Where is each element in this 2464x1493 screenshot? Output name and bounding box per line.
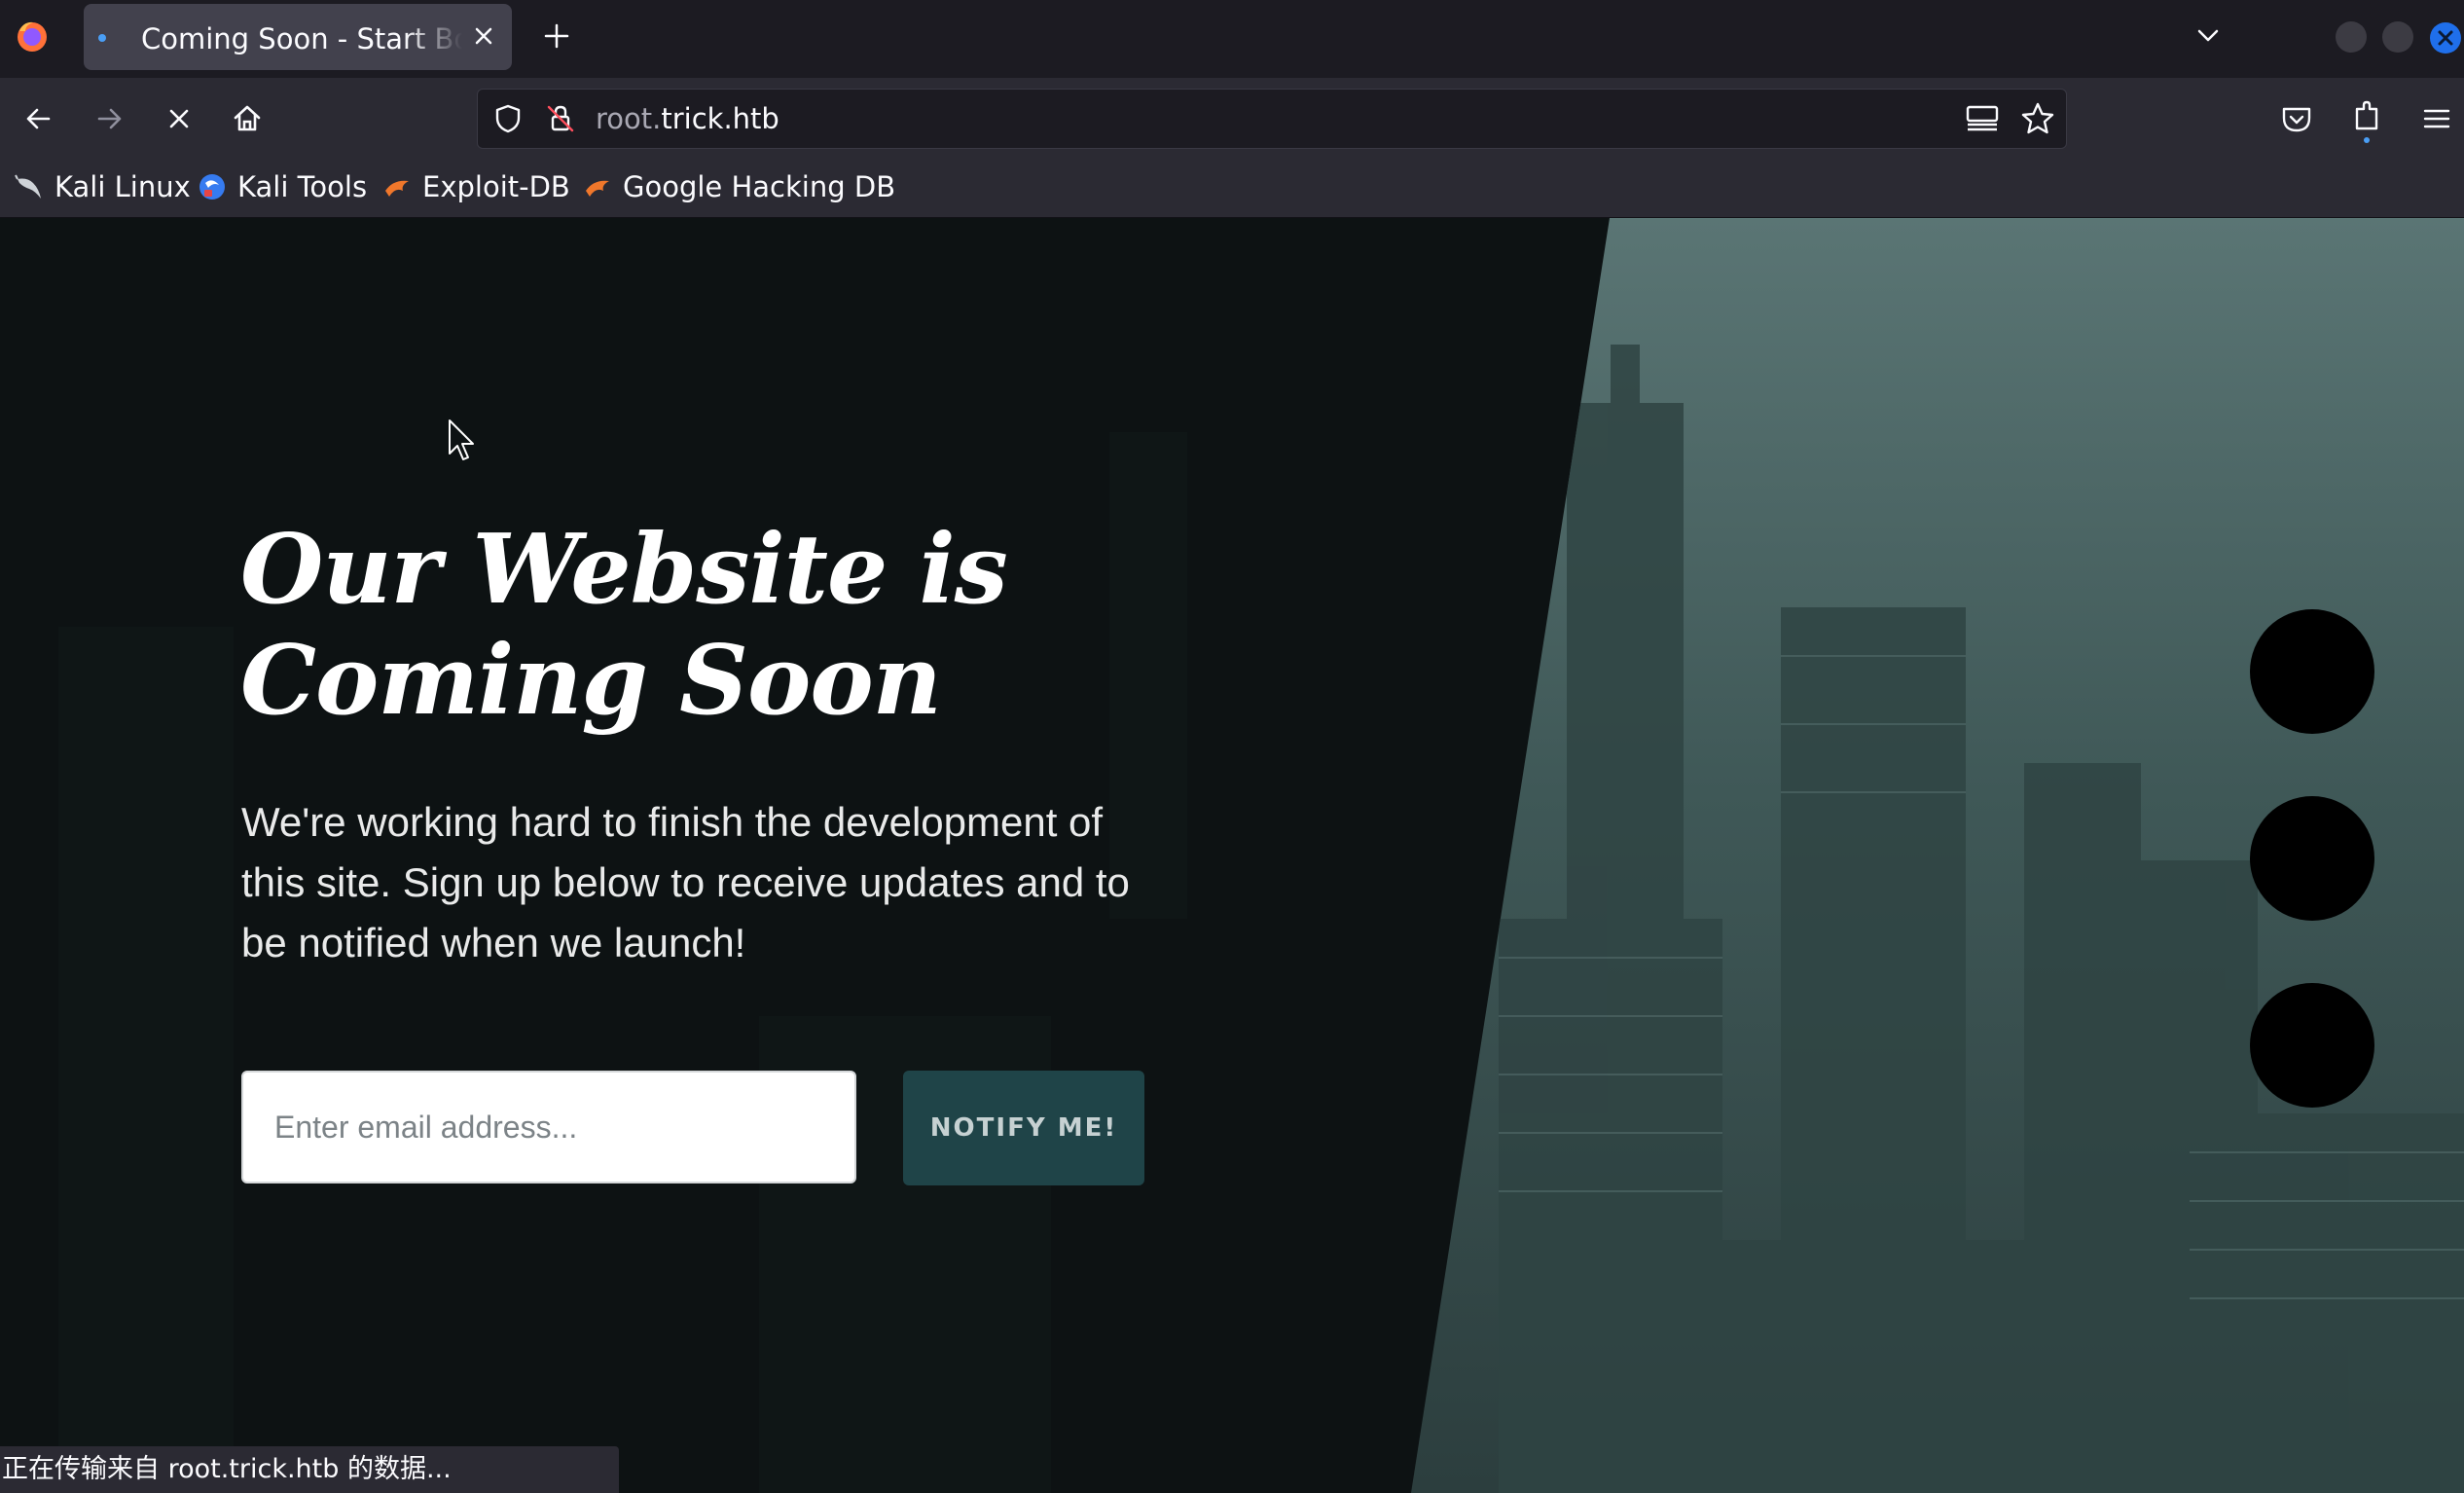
kali-dragon-icon: [15, 174, 41, 199]
firefox-menu-icon[interactable]: [14, 18, 51, 55]
url-subdomain: root.: [596, 102, 662, 135]
ghdb-icon: [586, 180, 609, 197]
social-button-3[interactable]: [2250, 983, 2374, 1108]
mouse-cursor: [448, 419, 477, 463]
window-minimize-button[interactable]: [2336, 21, 2367, 53]
insecure-lock-icon[interactable]: [543, 101, 578, 136]
pocket-icon[interactable]: [2277, 99, 2316, 138]
new-tab-icon[interactable]: [540, 19, 573, 53]
bookmark-label: Kali Tools: [237, 170, 368, 203]
social-button-2[interactable]: [2250, 796, 2374, 921]
page-title: Our Website is Coming Soon: [240, 515, 1311, 737]
tracking-protection-shield-icon[interactable]: [490, 101, 525, 136]
status-bar-text: 正在传输来自 root.trick.htb 的数据...: [0, 1446, 619, 1493]
bookmark-kali-linux[interactable]: Kali Linux: [14, 165, 191, 208]
reader-view-icon[interactable]: [1964, 101, 2001, 136]
bookmark-label: Exploit-DB: [422, 170, 570, 203]
kali-tools-icon: [199, 174, 225, 200]
bookmark-label: Kali Linux: [54, 170, 191, 203]
bookmark-label: Google Hacking DB: [623, 170, 896, 203]
page-viewport: Our Website is Coming Soon We're working…: [0, 218, 2464, 1493]
home-icon[interactable]: [228, 99, 267, 138]
notify-me-button[interactable]: NOTIFY ME!: [903, 1071, 1144, 1185]
list-all-tabs-icon[interactable]: [2192, 19, 2225, 53]
extensions-puzzle-icon[interactable]: [2347, 97, 2386, 144]
window-maximize-button[interactable]: [2382, 21, 2413, 53]
page-description: We're working hard to finish the develop…: [241, 799, 1130, 965]
url-domain: trick.htb: [661, 102, 779, 135]
forward-arrow-icon[interactable]: [90, 99, 128, 138]
stop-loading-icon[interactable]: [160, 99, 199, 138]
tab-close-icon[interactable]: [467, 19, 500, 53]
exploit-db-icon: [385, 180, 409, 197]
hamburger-menu-icon[interactable]: [2417, 99, 2456, 138]
bookmark-kali-tools[interactable]: Kali Tools: [197, 165, 367, 208]
bookmarks-toolbar: [0, 160, 2464, 218]
bookmark-star-icon[interactable]: [2018, 99, 2057, 138]
page-title-line-1: Our Website is: [240, 514, 1008, 626]
tab-title: Coming Soon - Start Bootstrap Theme: [141, 22, 462, 55]
tab-loading-indicator: [98, 34, 106, 42]
social-button-1[interactable]: [2250, 609, 2374, 734]
window-close-icon[interactable]: [2429, 21, 2462, 55]
page-title-line-2: Coming Soon: [240, 625, 942, 737]
bookmark-google-hacking-db[interactable]: Google Hacking DB: [582, 165, 895, 208]
bookmark-exploit-db[interactable]: Exploit-DB: [381, 165, 570, 208]
back-arrow-icon[interactable]: [19, 99, 58, 138]
url-text[interactable]: root.trick.htb: [596, 99, 779, 138]
email-input[interactable]: [241, 1071, 856, 1183]
